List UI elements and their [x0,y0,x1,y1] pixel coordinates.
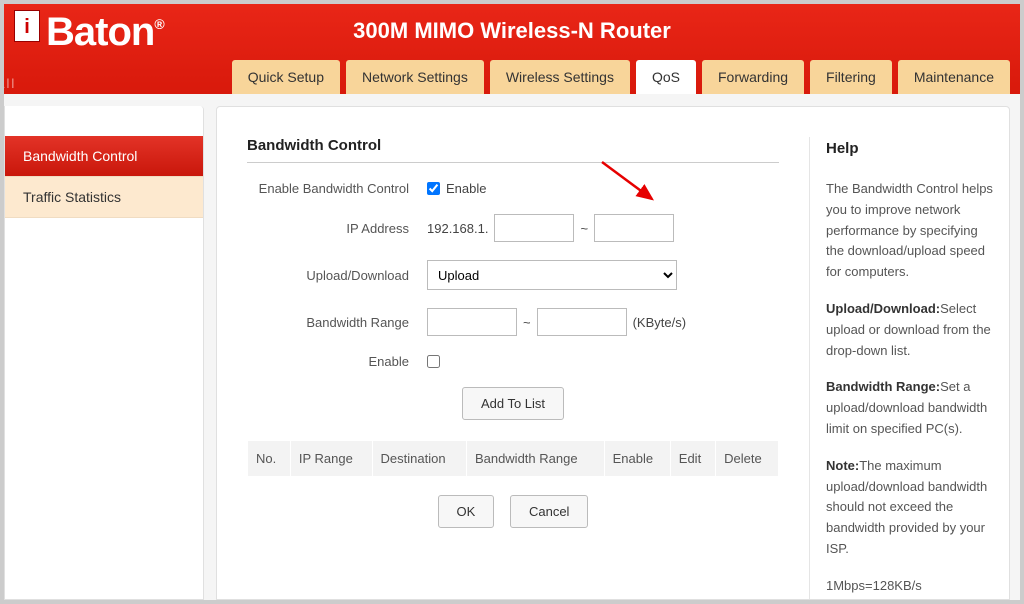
tab-wireless-settings[interactable]: Wireless Settings [490,60,630,94]
tab-qos[interactable]: QoS [636,60,696,94]
bw-unit: (KByte/s) [633,315,686,330]
col-bandwidth-range: Bandwidth Range [466,441,604,477]
label-enable-checkbox: Enable [446,181,486,196]
sidebar-item-traffic-statistics[interactable]: Traffic Statistics [5,177,203,218]
sidebar: Bandwidth ControlTraffic Statistics [4,106,204,600]
upload-download-select[interactable]: Upload [427,260,677,290]
help-p4: Note:The maximum upload/download bandwid… [826,456,993,560]
sidebar-spacer [5,106,203,136]
help-p5: 1Mbps=128KB/s [826,576,993,597]
tab-network-settings[interactable]: Network Settings [346,60,484,94]
top-tabs: Quick SetupNetwork SettingsWireless Sett… [232,60,1010,94]
bandwidth-table: No.IP RangeDestinationBandwidth RangeEna… [247,440,779,477]
help-p3: Bandwidth Range:Set a upload/download ba… [826,377,993,439]
help-panel: Help The Bandwidth Control helps you to … [809,137,1009,599]
app-frame: i ball Baton® 300M MIMO Wireless-N Route… [0,0,1024,604]
label-enable-row: Enable [247,354,427,369]
tab-forwarding[interactable]: Forwarding [702,60,804,94]
product-title: 300M MIMO Wireless-N Router [4,18,1020,44]
add-to-list-button[interactable]: Add To List [462,387,564,420]
bw-range-max-input[interactable] [537,308,627,336]
col-edit: Edit [670,441,715,477]
ok-button[interactable]: OK [438,495,495,528]
col-destination: Destination [372,441,466,477]
help-p1: The Bandwidth Control helps you to impro… [826,179,993,283]
logo-ball-text: ball [0,76,40,91]
cancel-button[interactable]: Cancel [510,495,588,528]
label-ip-address: IP Address [247,221,427,236]
ip-end-input[interactable] [594,214,674,242]
header: i ball Baton® 300M MIMO Wireless-N Route… [4,4,1020,94]
help-title: Help [826,137,993,161]
help-p2: Upload/Download:Select upload or downloa… [826,299,993,361]
label-bandwidth-range: Bandwidth Range [247,315,427,330]
checkbox-enable-bw[interactable] [427,182,440,195]
tab-maintenance[interactable]: Maintenance [898,60,1010,94]
tab-filtering[interactable]: Filtering [810,60,892,94]
col-no-: No. [248,441,291,477]
bw-range-min-input[interactable] [427,308,517,336]
checkbox-enable-row[interactable] [427,355,440,368]
range-sep: ~ [580,221,588,236]
main-panel: Bandwidth Control Enable Bandwidth Contr… [216,106,1010,600]
col-enable: Enable [604,441,670,477]
range-sep-2: ~ [523,315,531,330]
label-upload-download: Upload/Download [247,268,427,283]
label-enable-bw: Enable Bandwidth Control [247,181,427,196]
content-area: Bandwidth Control Enable Bandwidth Contr… [217,137,809,599]
section-title: Bandwidth Control [247,137,779,163]
sidebar-item-bandwidth-control[interactable]: Bandwidth Control [5,136,203,177]
ip-start-input[interactable] [494,214,574,242]
col-ip-range: IP Range [290,441,372,477]
body-area: Bandwidth ControlTraffic Statistics Band… [4,94,1020,600]
ip-prefix: 192.168.1. [427,221,488,236]
col-delete: Delete [716,441,779,477]
tab-quick-setup[interactable]: Quick Setup [232,60,340,94]
